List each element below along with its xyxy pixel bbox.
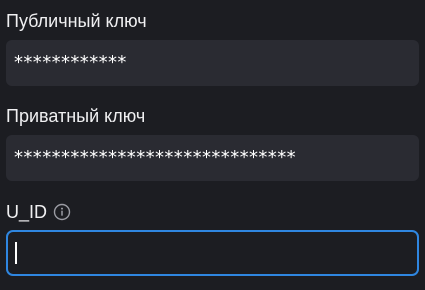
public-key-field[interactable]: ************ (6, 40, 419, 86)
private-key-value: ****************************** (14, 147, 296, 168)
public-key-value: ************ (14, 52, 127, 73)
private-key-field[interactable]: ****************************** (6, 135, 419, 181)
public-key-label: Публичный ключ (6, 11, 147, 31)
api-keys-form: Публичный ключ ************ Приватный кл… (0, 0, 425, 290)
info-circle-icon[interactable] (53, 203, 71, 221)
uid-label: U_ID (6, 202, 48, 222)
text-caret (15, 242, 17, 264)
uid-input[interactable] (6, 230, 419, 276)
private-key-label: Приватный ключ (6, 106, 146, 126)
